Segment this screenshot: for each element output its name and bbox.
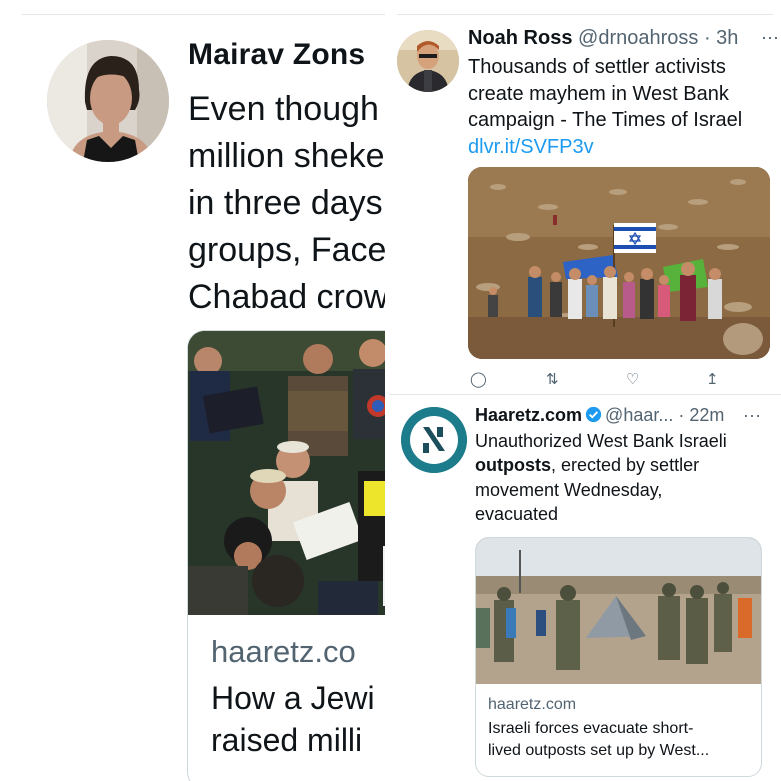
tweet-text-line: groups, Face: [188, 231, 385, 269]
avatar-photo: [397, 30, 459, 92]
tweet-time[interactable]: · 22m: [678, 405, 724, 425]
author-name[interactable]: Mairav Zons: [188, 38, 365, 72]
tweet-image[interactable]: [468, 167, 770, 359]
card-headline-line: How a Jewi: [211, 680, 375, 716]
tweet-text-bold: outposts: [475, 455, 551, 476]
tweet-text-line: Even though: [188, 90, 379, 128]
tweet-haaretz[interactable]: Haaretz.com @haar... · 22m ··· Unauthoriz…: [389, 395, 781, 781]
author-avatar[interactable]: [397, 30, 459, 92]
divider-line: [22, 14, 385, 15]
tweet-text-line: Chabad crow: [188, 278, 385, 316]
card-photo-people-at-laptops: [188, 331, 385, 615]
divider-line: [397, 14, 773, 15]
card-headline-line: Israeli forces evacuate short-: [488, 720, 694, 737]
verified-badge-icon: [585, 406, 602, 423]
tweet-text-line: Thousands of settler activists: [468, 56, 726, 78]
tweet-text-line: campaign - The Times of Israel: [468, 109, 743, 131]
left-tweet-panel: Mairav Zons Even though million sheke in…: [0, 0, 385, 781]
tweet-text-line: evacuated: [475, 503, 559, 524]
heart-icon[interactable]: ♡: [626, 370, 639, 388]
haaretz-logo-icon: [401, 407, 467, 473]
author-handle[interactable]: @haar...: [605, 405, 673, 425]
link-card[interactable]: haaretz.co How a Jewi raised milli: [187, 330, 385, 781]
tweet-actions: ◯ ⇅ ♡ ↥: [468, 370, 768, 388]
tweet-text: Even though million sheke in three days …: [188, 86, 385, 321]
tweet-text-line: Unauthorized West Bank Israeli: [475, 431, 727, 451]
tweet-text-line: outposts, erected by settler: [475, 453, 775, 477]
author-avatar[interactable]: [401, 407, 467, 473]
tweet-text-line: movement Wednesday,: [475, 479, 663, 500]
tweet-link[interactable]: dlvr.it/SVFP3v: [468, 134, 778, 161]
tweet-header: Haaretz.com @haar... · 22m: [475, 405, 724, 426]
tweet-text-line: million sheke: [188, 137, 385, 175]
tweet-text-line: in three days: [188, 184, 383, 222]
link-card[interactable]: haaretz.com Israeli forces evacuate shor…: [475, 537, 762, 777]
author-handle[interactable]: @drnoahross: [578, 27, 698, 49]
card-domain: haaretz.com: [488, 696, 577, 713]
share-icon[interactable]: ↥: [706, 370, 719, 388]
right-tweets-panel: Noah Ross @drnoahross · 3h ⋯ Thousands o…: [389, 0, 781, 781]
tweet-text: Thousands of settler activists create ma…: [468, 54, 778, 160]
tweet-noah-ross[interactable]: Noah Ross @drnoahross · 3h ⋯ Thousands o…: [389, 0, 781, 388]
card-headline: Israeli forces evacuate short- lived out…: [488, 718, 709, 762]
card-domain: haaretz.co: [211, 634, 356, 669]
photo-soldiers-evacuate-tent: [476, 538, 761, 684]
card-headline-line: lived outposts set up by West...: [488, 742, 710, 759]
avatar-photo: [47, 40, 169, 162]
photo-settlers-with-flag: [468, 167, 770, 359]
more-options-icon[interactable]: ···: [743, 405, 761, 426]
card-headline-line: raised milli: [211, 722, 363, 758]
reply-icon[interactable]: ◯: [470, 370, 487, 388]
author-avatar[interactable]: [47, 40, 169, 162]
author-name[interactable]: Haaretz.com: [475, 405, 582, 425]
tweet-text-rest: , erected by settler: [551, 455, 700, 476]
card-image: [188, 331, 385, 615]
tweet-text: Unauthorized West Bank Israeli outposts,…: [475, 429, 775, 526]
retweet-icon[interactable]: ⇅: [546, 370, 559, 388]
more-options-icon[interactable]: ⋯: [761, 28, 779, 49]
card-image: [476, 538, 761, 684]
tweet-header: Noah Ross @drnoahross · 3h: [468, 27, 738, 50]
tweet-time[interactable]: · 3h: [704, 27, 738, 49]
tweet-text-line: create mayhem in West Bank: [468, 82, 729, 105]
card-headline: How a Jewi raised milli: [211, 677, 375, 761]
author-name[interactable]: Noah Ross: [468, 27, 572, 49]
